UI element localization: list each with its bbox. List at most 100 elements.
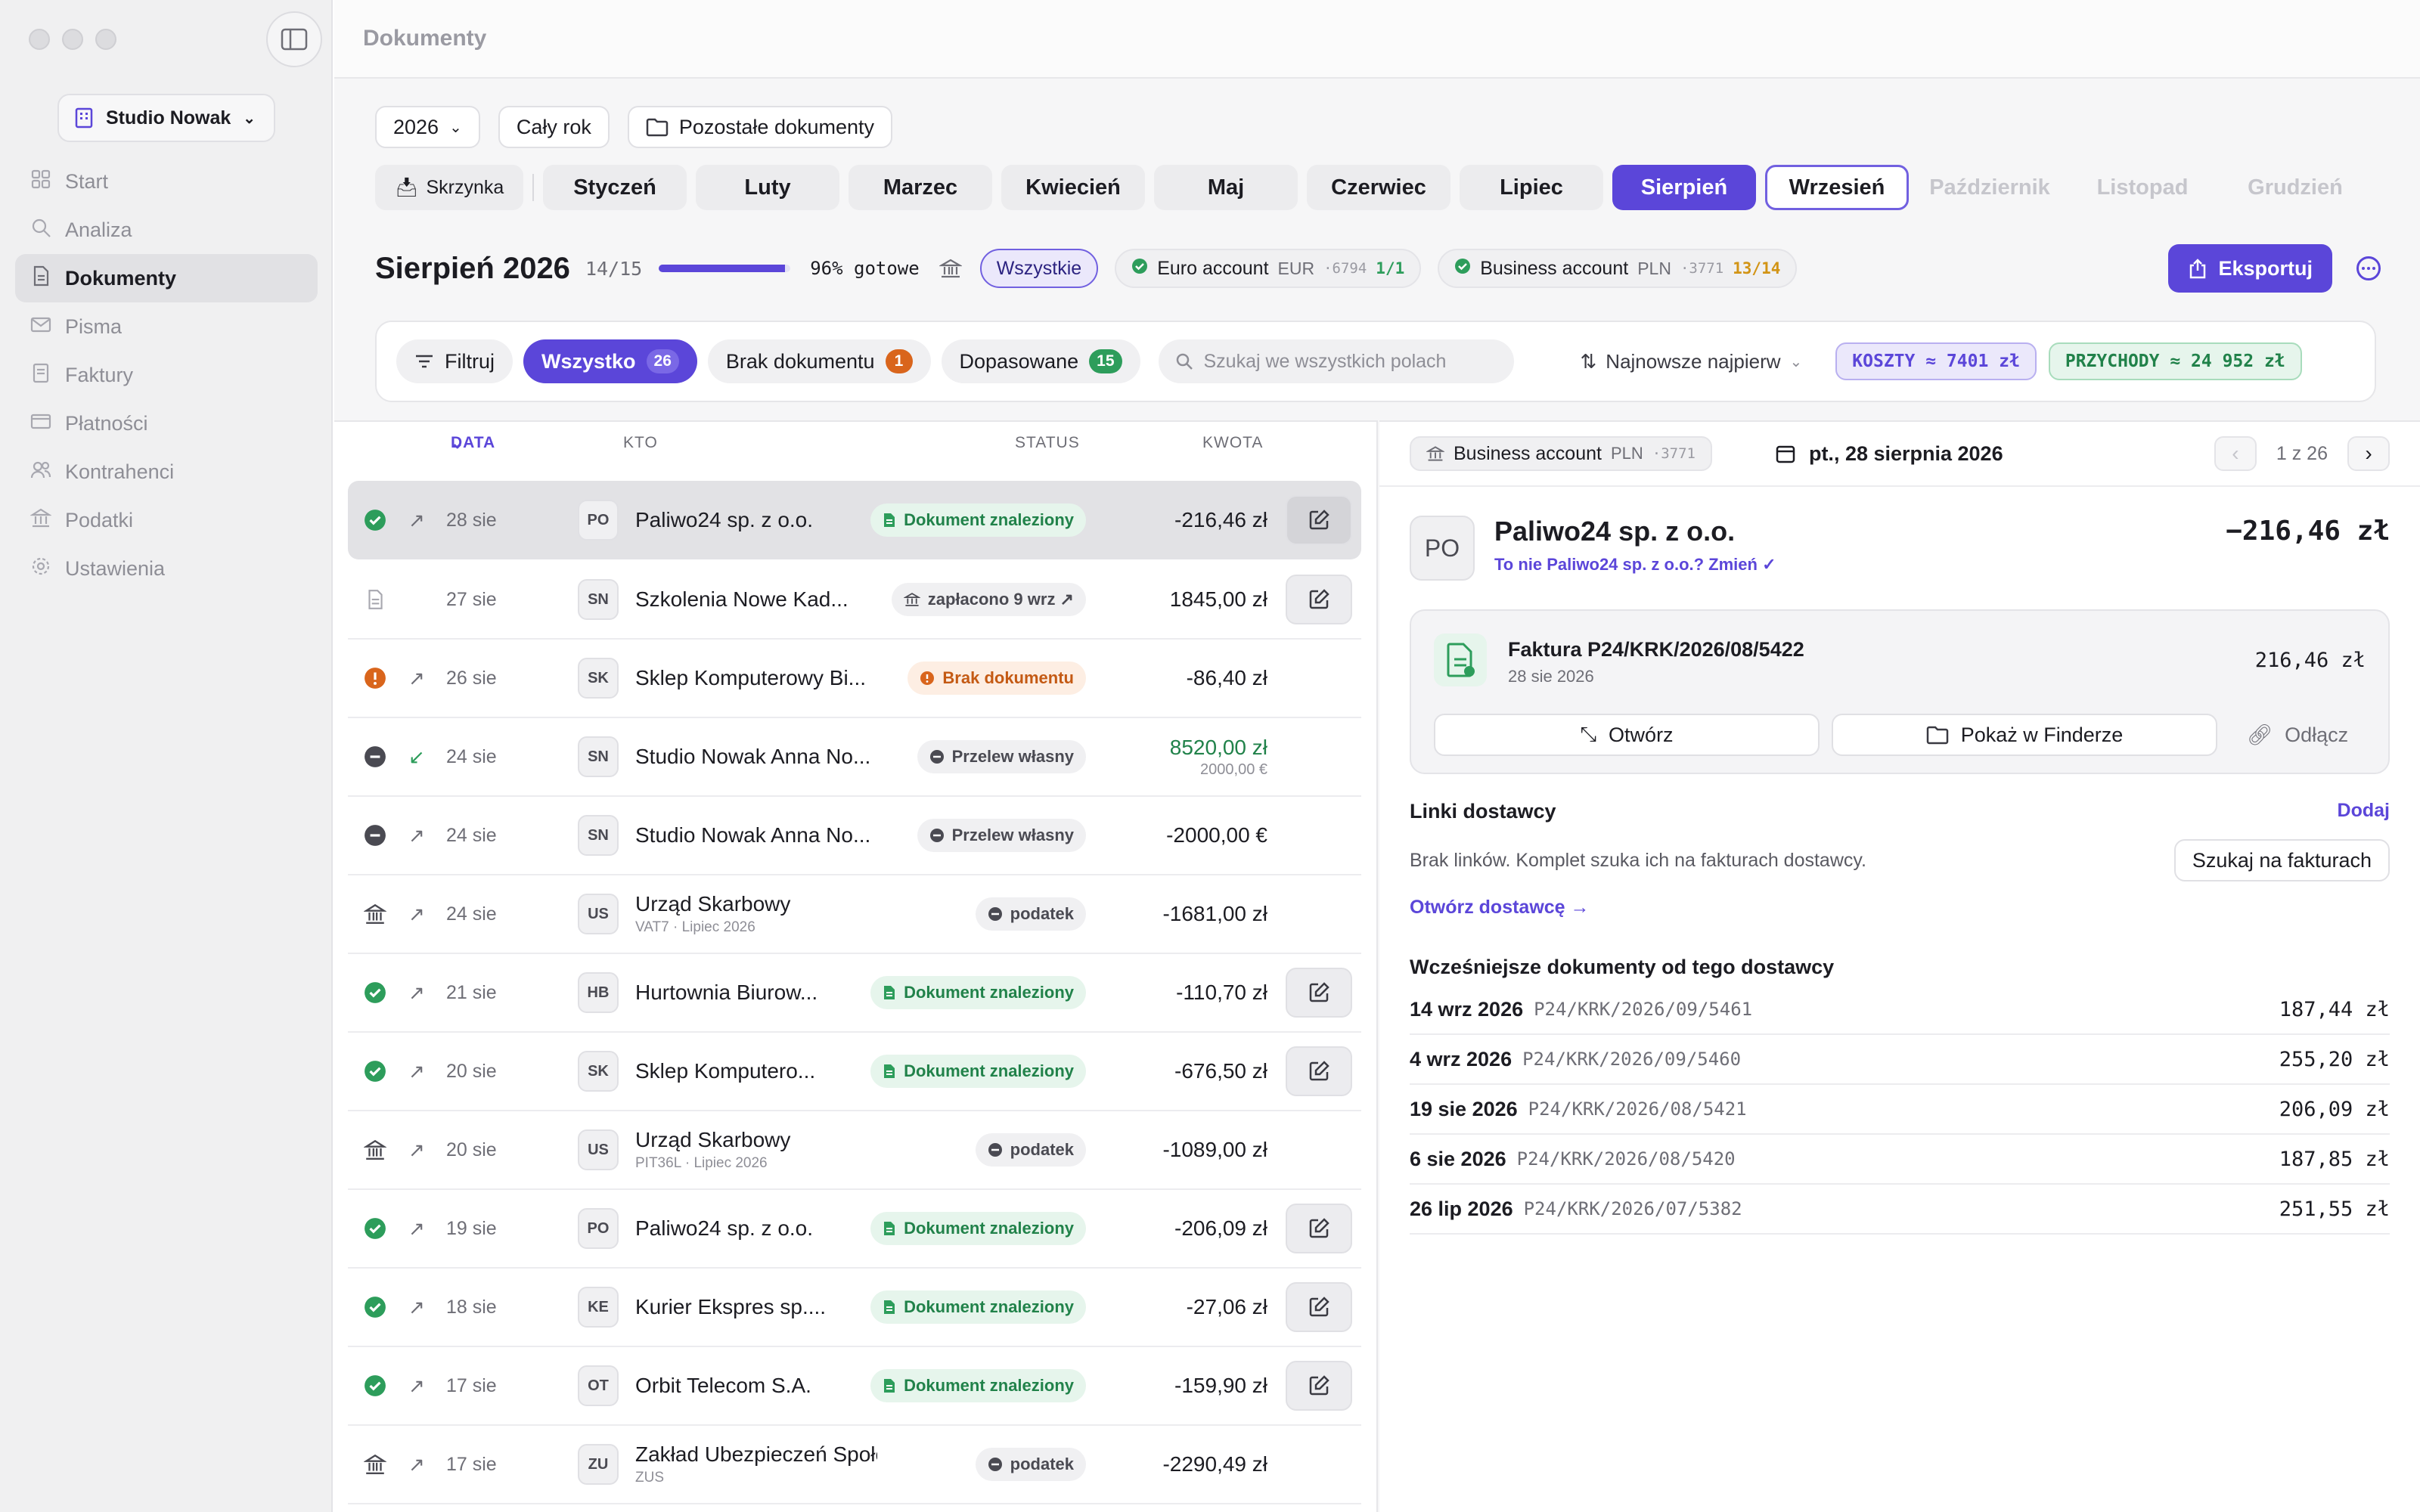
- search-invoices-button[interactable]: Szukaj na fakturach: [2173, 839, 2390, 881]
- invoice-icon: [30, 362, 51, 389]
- status-warning-icon: [363, 666, 387, 690]
- add-link-button[interactable]: Dodaj: [2338, 800, 2390, 822]
- previous-document-row[interactable]: 14 wrz 2026 P24/KRK/2026/09/5461 187,44 zł: [1410, 985, 2390, 1035]
- row-date: 20 sie: [446, 1060, 497, 1082]
- month-tab[interactable]: Marzec: [849, 165, 992, 210]
- previous-document-amount: 187,85 zł: [2279, 1147, 2390, 1171]
- table-row[interactable]: ↗ 21 sie HB Hurtownia Biurow... Dokument zna…: [348, 954, 1361, 1033]
- month-tab[interactable]: Lipiec: [1460, 165, 1603, 210]
- open-invoice-button[interactable]: ⤡ Otwórz: [1434, 714, 1820, 756]
- sidebar-item-ustawienia[interactable]: Ustawienia: [15, 544, 318, 593]
- workspace-switcher[interactable]: Studio Nowak ⌄: [57, 94, 275, 142]
- month-tabs: 📥︎ Skrzynka Styczeń Luty Marzec Kwiecień Maj Cz…: [375, 165, 2367, 210]
- month-tab[interactable]: Kwiecień: [1001, 165, 1145, 210]
- all-accounts-filter[interactable]: Wszystkie: [979, 249, 1099, 288]
- open-vendor-link[interactable]: Otwórz dostawcę →: [1410, 897, 1590, 919]
- detach-button[interactable]: 🔗︎ Odłącz: [2229, 714, 2366, 756]
- previous-document-number: P24/KRK/2026/08/5420: [1516, 1148, 1736, 1170]
- status-label: Dokument znaleziony: [904, 1297, 1074, 1316]
- table-row[interactable]: ↗ 24 sie US Urząd Skarbowy VAT7 · Lipiec 202…: [348, 875, 1361, 954]
- year-select[interactable]: 2026 ⌄: [375, 106, 480, 148]
- tab-all-label: Wszystko: [541, 349, 636, 373]
- edit-button[interactable]: [1286, 575, 1352, 624]
- status-ok-icon: [363, 508, 387, 532]
- previous-document-row[interactable]: 26 lip 2026 P24/KRK/2026/07/5382 251,55 zł: [1410, 1185, 2390, 1235]
- sidebar-item-kontrahenci[interactable]: Kontrahenci: [15, 448, 318, 496]
- sort-select[interactable]: ⇅ Najnowsze najpierw ⌄: [1581, 350, 1803, 373]
- next-button[interactable]: ›: [2347, 436, 2390, 471]
- sidebar-item-faktury[interactable]: Faktury: [15, 351, 318, 399]
- more-options-button[interactable]: [2356, 256, 2381, 280]
- month-tab[interactable]: Luty: [696, 165, 839, 210]
- show-in-finder-button[interactable]: Pokaż w Finderze: [1832, 714, 2217, 756]
- table-row[interactable]: ↗ 26 sie SK Sklep Komputerowy Bi... Brak dok…: [348, 640, 1361, 718]
- row-avatar: KE: [578, 1287, 619, 1328]
- sidebar-toggle-button[interactable]: [266, 11, 322, 67]
- outgoing-arrow-icon: ↗: [408, 1374, 425, 1397]
- previous-document-row[interactable]: 4 wrz 2026 P24/KRK/2026/09/5460 255,20 zł: [1410, 1035, 2390, 1085]
- amount-value: -110,70 zł: [1176, 981, 1267, 1004]
- month-tab[interactable]: Wrzesień: [1765, 165, 1909, 210]
- export-button[interactable]: Eksportuj: [2168, 244, 2332, 293]
- date-column-header[interactable]: DATA ⌄: [451, 434, 495, 453]
- month-tab[interactable]: Styczeń: [543, 165, 687, 210]
- close-window-button[interactable]: [29, 29, 50, 50]
- previous-document-row[interactable]: 19 sie 2026 P24/KRK/2026/08/5421 206,09 zł: [1410, 1085, 2390, 1135]
- filter-bar: Filtruj Wszystko 26 Brak dokumentu 1 Dopas…: [375, 321, 2376, 402]
- amount-column-header[interactable]: KWOTA: [1202, 434, 1263, 452]
- row-date: 17 sie: [446, 1453, 497, 1475]
- edit-button[interactable]: [1286, 1204, 1352, 1253]
- search-input[interactable]: Szukaj we wszystkich polach: [1158, 339, 1514, 383]
- account-filter[interactable]: Euro account EUR ·6794 1/1: [1115, 249, 1422, 288]
- edit-button[interactable]: [1286, 1046, 1352, 1096]
- month-tab[interactable]: Czerwiec: [1307, 165, 1450, 210]
- sidebar: Studio Nowak ⌄ Start Analiza Dokumenty Pism…: [0, 0, 333, 1512]
- month-tab[interactable]: Sierpień: [1612, 165, 1756, 210]
- account-filter[interactable]: Business account PLN ·3771 13/14: [1438, 249, 1798, 288]
- table-row[interactable]: ↗ 17 sie OT Orbit Telecom S.A. Dokument znal…: [348, 1347, 1361, 1426]
- status-badge: podatek: [975, 1448, 1086, 1481]
- costs-total: KOSZTY ≈ 7401 zł: [1835, 342, 2037, 380]
- tab-matched[interactable]: Dopasowane 15: [941, 339, 1140, 383]
- sidebar-item-dokumenty[interactable]: Dokumenty: [15, 254, 318, 302]
- table-row[interactable]: ↗ 20 sie SK Sklep Komputero... Dokument znal…: [348, 1033, 1361, 1111]
- table-row[interactable]: ↗ 18 sie KE Kurier Ekspres sp.... Dokument z…: [348, 1269, 1361, 1347]
- edit-button[interactable]: [1286, 1361, 1352, 1411]
- sidebar-item-podatki[interactable]: Podatki: [15, 496, 318, 544]
- who-column-header[interactable]: KTO: [623, 434, 658, 452]
- sidebar-item-pisma[interactable]: Pisma: [15, 302, 318, 351]
- edit-button[interactable]: [1286, 495, 1352, 545]
- month-tab: Listopad: [2096, 175, 2189, 200]
- period-button[interactable]: Cały rok: [498, 106, 610, 148]
- previous-document-amount: 251,55 zł: [2279, 1197, 2390, 1221]
- inbox-tab[interactable]: 📥︎ Skrzynka: [375, 165, 523, 210]
- edit-button[interactable]: [1286, 1282, 1352, 1332]
- previous-button[interactable]: ‹: [2214, 436, 2257, 471]
- sidebar-item-analiza[interactable]: Analiza: [15, 206, 318, 254]
- month-tab[interactable]: Maj: [1154, 165, 1298, 210]
- table-row[interactable]: ↗ 20 sie US Urząd Skarbowy PIT36L · Lipiec 2…: [348, 1111, 1361, 1190]
- other-documents-button[interactable]: Pozostałe dokumenty: [627, 106, 893, 148]
- tab-missing-document[interactable]: Brak dokumentu 1: [707, 339, 931, 383]
- tab-all[interactable]: Wszystko 26: [523, 339, 697, 383]
- bank-icon: [1426, 446, 1444, 461]
- sidebar-item-płatności[interactable]: Płatności: [15, 399, 318, 448]
- outgoing-arrow-icon: ↗: [408, 1452, 425, 1476]
- filter-button[interactable]: Filtruj: [396, 339, 513, 383]
- previous-document-number: P24/KRK/2026/08/5421: [1528, 1098, 1747, 1120]
- previous-document-row[interactable]: 6 sie 2026 P24/KRK/2026/08/5420 187,85 zł: [1410, 1135, 2390, 1185]
- minimize-window-button[interactable]: [62, 29, 83, 50]
- table-row[interactable]: ↗ 19 sie PO Paliwo24 sp. z o.o. Dokument zna…: [348, 1190, 1361, 1269]
- status-column-header[interactable]: STATUS: [1015, 434, 1080, 452]
- main-area: Dokumenty 2026 ⌄ Cały rok Pozostałe dokum…: [334, 0, 2420, 1512]
- edit-button[interactable]: [1286, 968, 1352, 1018]
- zoom-window-button[interactable]: [95, 29, 116, 50]
- table-row[interactable]: ↗ 28 sie PO Paliwo24 sp. z o.o. Dokument zna…: [348, 481, 1361, 559]
- table-row[interactable]: ↗ 24 sie SN Studio Nowak Anna No... Przelew …: [348, 797, 1361, 875]
- sidebar-item-start[interactable]: Start: [15, 157, 318, 206]
- table-row[interactable]: ↗ 17 sie ZU Zakład Ubezpieczeń Społecz... ZU…: [348, 1426, 1361, 1504]
- table-row[interactable]: 27 sie SN Szkolenia Nowe Kad... zapłacono 9…: [348, 561, 1361, 640]
- change-vendor-link[interactable]: To nie Paliwo24 sp. z o.o.? Zmień ✓: [1494, 555, 1776, 575]
- table-row[interactable]: ↙ 24 sie SN Studio Nowak Anna No... Przelew …: [348, 718, 1361, 797]
- document-icon: [363, 587, 387, 612]
